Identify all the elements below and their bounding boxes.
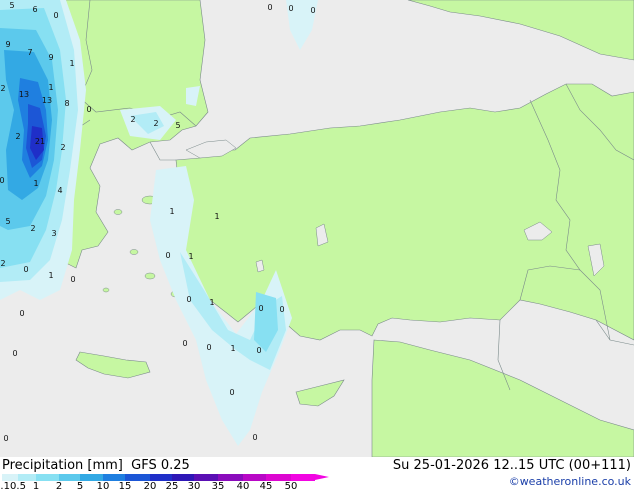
precip-value-label: 9 [48, 53, 53, 62]
precip-value-label: 0 [86, 105, 91, 114]
precipitation-map: 5 6 0 0 0 0 9 7 9 1 2 13 1 13 8 2 2 2 2 21 0 1 4 5 2 3 5 0 1 1 2 0 1 0 0 1 0… [0, 0, 634, 457]
precip-value-label: 13 [42, 96, 52, 105]
precip-value-label: 1 [214, 212, 219, 221]
legend-tick-label: 40 [236, 481, 250, 492]
credit-link[interactable]: ©weatheronline.co.uk [509, 475, 631, 488]
precip-value-label: 3 [51, 229, 56, 238]
legend-panel: Precipitation [mm] GFS 0.25 Su 25-01-202… [0, 457, 634, 492]
legend-swatch [125, 474, 150, 481]
precip-value-label: 0 [12, 349, 17, 358]
legend-tick-label: 5 [76, 481, 84, 492]
precip-value-label: 0 [165, 251, 170, 260]
legend-tick-label: 30 [187, 481, 201, 492]
legend-tick-label: 10 [96, 481, 110, 492]
precip-value-label: 1 [48, 83, 53, 92]
precip-value-label: 2 [153, 119, 158, 128]
legend-arrow [315, 474, 329, 480]
legend-tick-label: 0.1 [0, 481, 10, 492]
legend-swatch [291, 474, 315, 481]
legend-swatch [103, 474, 125, 481]
precip-value-label: 4 [57, 186, 62, 195]
precip-value-label: 0 [182, 339, 187, 348]
legend-swatch [150, 474, 172, 481]
color-scale: 0.10.5125101520253035404550 [0, 474, 332, 492]
legend-tick-label: 20 [143, 481, 157, 492]
legend-tick-label: 2 [55, 481, 63, 492]
precip-value-label: 0 [256, 346, 261, 355]
legend-swatch [266, 474, 291, 481]
legend-tick-label: 0.5 [10, 481, 26, 492]
legend-swatch [218, 474, 243, 481]
precip-value-label: 1 [48, 271, 53, 280]
legend-swatch [59, 474, 80, 481]
precip-value-label: 0 [258, 304, 263, 313]
precip-value-label: 2 [60, 143, 65, 152]
precip-value-label: 0 [3, 434, 8, 443]
precip-value-label: 0 [310, 6, 315, 15]
legend-tick-label: 1 [32, 481, 40, 492]
legend-tick-label: 50 [284, 481, 298, 492]
precip-value-label: 6 [32, 5, 37, 14]
legend-swatch [172, 474, 194, 481]
precip-value-label: 0 [23, 265, 28, 274]
precip-value-label: 2 [0, 84, 5, 93]
precip-value-label: 1 [209, 298, 214, 307]
legend-swatch [36, 474, 59, 481]
precip-value-label: 0 [70, 275, 75, 284]
precip-value-label: 0 [279, 305, 284, 314]
precip-value-label: 1 [188, 252, 193, 261]
legend-swatch [2, 474, 18, 481]
legend-tick-label: 25 [165, 481, 179, 492]
precip-value-label: 5 [175, 121, 180, 130]
precip-value-label: 5 [9, 1, 14, 10]
precip-value-label: 0 [0, 176, 5, 185]
precip-value-label: 0 [206, 343, 211, 352]
precip-value-label: 7 [27, 48, 32, 57]
precip-value-label: 2 [15, 132, 20, 141]
legend-swatch [243, 474, 266, 481]
precip-value-label: 5 [5, 217, 10, 226]
precip-value-label: 21 [35, 137, 45, 146]
legend-swatch [194, 474, 218, 481]
precip-value-label: 2 [30, 224, 35, 233]
precip-value-label: 0 [288, 4, 293, 13]
legend-tick-label: 35 [211, 481, 225, 492]
precip-value-label: 1 [69, 59, 74, 68]
precip-value-label: 13 [19, 90, 29, 99]
precip-value-label: 0 [267, 3, 272, 12]
precip-value-label: 9 [5, 40, 10, 49]
precip-value-label: 0 [186, 295, 191, 304]
legend-tick-label: 45 [259, 481, 273, 492]
precip-value-label: 8 [64, 99, 69, 108]
legend-title: Precipitation [mm] GFS 0.25 [2, 458, 190, 473]
precip-value-label: 0 [19, 309, 24, 318]
precip-value-label: 0 [53, 11, 58, 20]
legend-swatch [18, 474, 36, 481]
forecast-datetime: Su 25-01-2026 12..15 UTC (00+111) [392, 458, 631, 473]
precip-value-label: 0 [229, 388, 234, 397]
precip-value-label: 1 [33, 179, 38, 188]
legend-swatch [80, 474, 103, 481]
precip-value-label: 2 [0, 259, 5, 268]
legend-tick-label: 15 [118, 481, 132, 492]
precip-value-label: 0 [252, 433, 257, 442]
precip-value-label: 2 [130, 115, 135, 124]
precip-value-label: 1 [230, 344, 235, 353]
precip-value-label: 1 [169, 207, 174, 216]
